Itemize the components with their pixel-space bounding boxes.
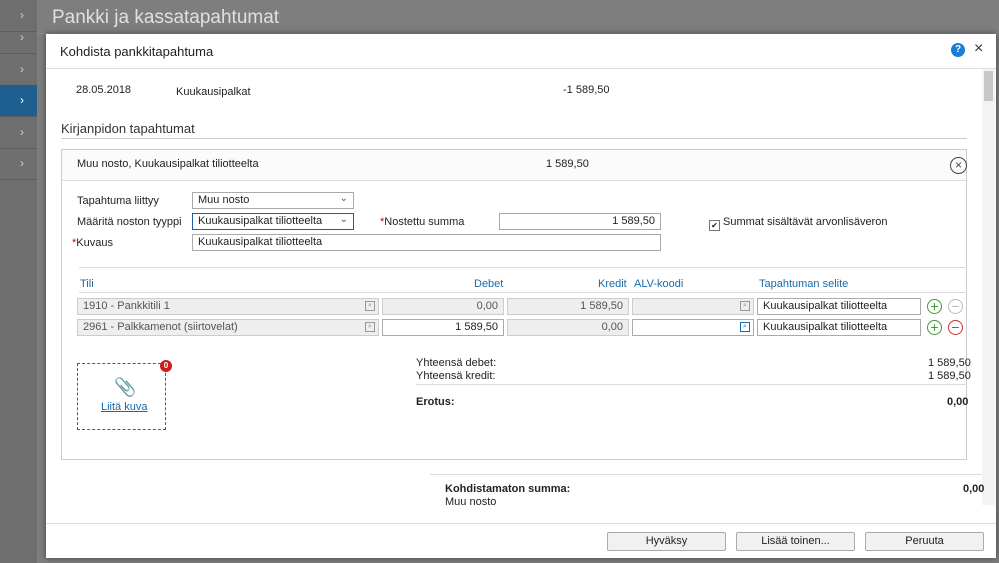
allocate-transaction-dialog: Kohdista pankkitapahtuma ? × 28.05.2018 … — [46, 34, 996, 558]
remove-row-icon: − — [948, 299, 963, 314]
accept-button[interactable]: Hyväksy — [607, 532, 726, 551]
withdraw-type-select[interactable]: Kuukausipalkat tiliotteelta ⌄ — [192, 213, 354, 230]
type-select[interactable]: Muu nosto ⌄ — [192, 192, 354, 209]
difference-value: 0,00 — [947, 396, 969, 408]
section-title: Kirjanpidon tapahtumat — [61, 121, 195, 136]
unallocated-value: 0,00 — [963, 483, 985, 495]
vat-checkbox-label: Summat sisältävät arvonlisäveron — [723, 216, 888, 228]
row1-description-input[interactable]: Kuukausipalkat tiliotteelta — [757, 298, 921, 315]
add-row-icon[interactable]: + — [927, 320, 942, 335]
total-credit-value: 1 589,50 — [928, 370, 971, 382]
add-another-button[interactable]: Lisää toinen... — [736, 532, 855, 551]
chevron-down-icon: ⌄ — [339, 193, 348, 204]
column-header-account: Tili — [80, 278, 94, 290]
table-top-divider — [79, 267, 967, 268]
column-header-debit: Debet — [474, 278, 504, 290]
entry-header-amount: 1 589,50 — [546, 158, 589, 170]
column-header-description: Tapahtuman selite — [759, 278, 849, 290]
chevron-right-icon: › — [20, 93, 24, 107]
withdraw-type-select-value: Kuukausipalkat tiliotteelta — [198, 215, 323, 227]
transaction-description: Kuukausipalkat — [176, 86, 251, 98]
chevron-right-icon: › — [20, 62, 24, 76]
transaction-date: 28.05.2018 — [76, 84, 132, 96]
dialog-title: Kohdista pankkitapahtuma — [60, 44, 214, 59]
attach-image-link[interactable]: Liitä kuva — [101, 401, 147, 413]
description-input[interactable]: Kuukausipalkat tiliotteelta — [192, 234, 661, 251]
sidebar-item-2[interactable]: › — [0, 22, 37, 54]
close-icon[interactable]: × — [974, 40, 983, 58]
dialog-scrollbar[interactable] — [982, 69, 995, 505]
lookup-icon[interactable]: ⌕ — [740, 301, 750, 311]
type-select-value: Muu nosto — [198, 194, 250, 206]
column-header-credit: Kredit — [598, 278, 627, 290]
chevron-right-icon: › — [20, 156, 24, 170]
scrollbar-thumb[interactable] — [984, 71, 993, 101]
row2-account-input[interactable]: 2961 - Palkkamenot (siirtovelat) ⌕ — [77, 319, 379, 336]
background-page-title: Pankki ja kassatapahtumat — [52, 7, 280, 28]
unallocated-divider — [430, 474, 982, 475]
withdrawn-amount-input[interactable]: 1 589,50 — [499, 213, 661, 230]
cancel-button[interactable]: Peruuta — [865, 532, 984, 551]
row2-vat-input[interactable]: ⌕ — [632, 319, 754, 336]
table-header-divider — [79, 292, 967, 293]
footer-divider — [46, 523, 996, 524]
sidebar-item-4[interactable]: › — [0, 85, 37, 117]
withdraw-type-label: Määritä noston tyyppi — [77, 216, 182, 228]
lookup-icon[interactable]: ⌕ — [365, 301, 375, 311]
paperclip-icon: 📎 — [114, 377, 137, 397]
entry-box: Muu nosto, Kuukausipalkat tiliotteelta 1… — [61, 149, 971, 460]
chevron-down-icon: ⌄ — [339, 214, 348, 225]
chevron-right-icon: › — [20, 125, 24, 139]
add-row-icon[interactable]: + — [927, 299, 942, 314]
lookup-icon[interactable]: ⌕ — [365, 322, 375, 332]
entry-header: Muu nosto, Kuukausipalkat tiliotteelta 1… — [62, 150, 967, 181]
transaction-amount: -1 589,50 — [563, 84, 610, 96]
row1-account-input[interactable]: 1910 - Pankkitili 1 ⌕ — [77, 298, 379, 315]
row2-description-input[interactable]: Kuukausipalkat tiliotteelta — [757, 319, 921, 336]
total-debit-label: Yhteensä debet: — [416, 357, 497, 369]
vat-checkbox[interactable]: ✔ — [709, 220, 720, 231]
section-divider — [61, 138, 967, 139]
unallocated-label: Kohdistamaton summa: — [445, 483, 571, 495]
type-label: Tapahtuma liittyy — [77, 195, 159, 207]
background-sidebar: › › › › › › — [0, 0, 37, 563]
sidebar-item-6[interactable]: › — [0, 148, 37, 180]
row2-debit-input[interactable]: 1 589,50 — [382, 319, 504, 336]
column-header-vat: ALV-koodi — [634, 278, 684, 290]
description-label: *Kuvaus — [72, 237, 113, 249]
sidebar-item-3[interactable]: › — [0, 54, 37, 86]
entry-header-text: Muu nosto, Kuukausipalkat tiliotteelta — [77, 158, 259, 170]
unallocated-subtext: Muu nosto — [445, 496, 497, 508]
attach-image-dropzone[interactable]: 📎 Liitä kuva — [77, 363, 166, 430]
remove-row-icon[interactable]: − — [948, 320, 963, 335]
row1-credit-input[interactable]: 1 589,50 — [507, 298, 629, 315]
withdrawn-amount-label: *Nostettu summa — [380, 216, 465, 228]
lookup-icon[interactable]: ⌕ — [740, 322, 750, 332]
difference-label: Erotus: — [416, 396, 455, 408]
total-credit-label: Yhteensä kredit: — [416, 370, 496, 382]
help-icon[interactable]: ? — [951, 43, 965, 57]
chevron-right-icon: › — [20, 8, 24, 22]
attachment-count-badge: 0 — [160, 360, 172, 372]
sidebar-item-5[interactable]: › — [0, 117, 37, 149]
row1-debit-input[interactable]: 0,00 — [382, 298, 504, 315]
remove-entry-icon[interactable]: × — [950, 157, 967, 174]
dialog-header: Kohdista pankkitapahtuma ? × — [46, 34, 996, 69]
totals-divider — [416, 384, 967, 385]
row2-credit-input[interactable]: 0,00 — [507, 319, 629, 336]
total-debit-value: 1 589,50 — [928, 357, 971, 369]
chevron-right-icon: › — [20, 30, 24, 44]
row1-vat-input[interactable]: ⌕ — [632, 298, 754, 315]
